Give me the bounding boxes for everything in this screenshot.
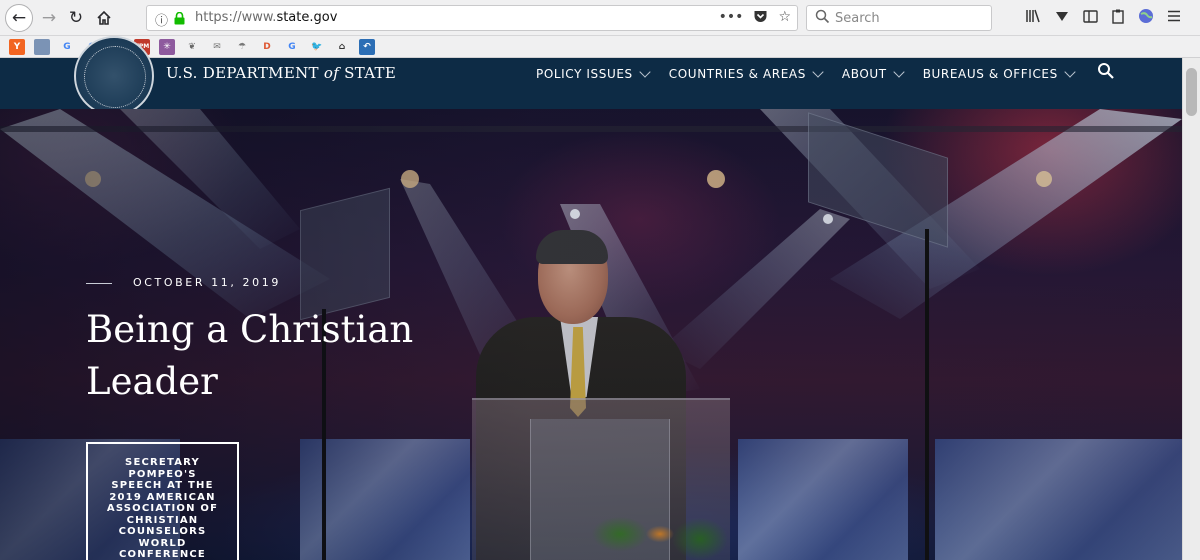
state-department-seal[interactable] [74,36,154,116]
dept-prefix: U.S. DEPARTMENT [166,64,324,82]
chevron-down-icon [893,65,905,78]
nav-bureaus-offices[interactable]: BUREAUS & OFFICES [922,65,1076,81]
home-icon [97,10,111,25]
url-prefix: https://www. [195,10,277,25]
bookmark-icon-2[interactable] [34,38,50,55]
url-bar[interactable]: ⓘ https://www.state.gov ••• ☆ [146,5,798,31]
search-icon [815,9,830,24]
sidebar-icon[interactable] [1082,8,1098,24]
slack-icon[interactable]: ✳ [159,38,175,55]
library-icon[interactable] [1026,8,1042,24]
scrollbar-thumb[interactable] [1186,68,1197,116]
search-icon[interactable] [1097,62,1115,80]
nav-policy-issues[interactable]: POLICY ISSUES [536,65,651,81]
bookmarks-bar: YGGgTPM✳❦✉☂DG🐦⌂↶ [0,36,1200,58]
page-actions-icon[interactable]: ••• [719,9,744,25]
url-actions: ••• ☆ [719,9,791,25]
twitter-icon[interactable]: 🐦 [309,39,325,55]
nav-about[interactable]: ABOUT [841,65,905,81]
chevron-down-icon [812,65,824,78]
nav-label: COUNTRIES & AREAS [668,67,806,81]
y-combinator-icon[interactable]: Y [9,38,25,55]
reload-icon: ↻ [68,8,84,28]
arrow-right-icon: → [41,8,57,28]
google-icon-3[interactable]: G [284,39,300,55]
menu-icon[interactable] [1166,8,1182,24]
star-icon[interactable]: ☆ [778,9,791,25]
search-placeholder: Search [835,11,880,26]
dept-of: of [323,64,340,82]
hat-icon[interactable]: ⌂ [334,39,350,55]
chevron-down-icon [1064,65,1076,78]
url-text[interactable]: https://www.state.gov [195,10,337,25]
clipboard-icon[interactable] [1110,8,1126,24]
nav-label: ABOUT [841,67,887,81]
search-bar[interactable]: Search [806,5,992,31]
download-icon[interactable] [1054,8,1070,24]
hero-title[interactable]: Being a Christian Leader [86,304,446,408]
page-scrollbar[interactable] [1182,58,1200,560]
hero-date: OCTOBER 11, 2019 [133,276,281,289]
back-button[interactable]: ← [5,4,33,32]
duckduckgo-icon[interactable]: D [259,39,275,55]
pocket-icon[interactable] [753,9,768,24]
url-domain: state.gov [276,10,338,25]
site-header: U.S. DEPARTMENT of STATE POLICY ISSUES C… [0,36,1182,116]
forward-button[interactable]: → [37,6,61,30]
reload-button[interactable]: ↻ [64,6,88,30]
date-rule [86,283,112,284]
bookmark-icon-10[interactable]: ☂ [234,39,250,55]
chevron-down-icon [639,65,651,78]
hero-banner: OCTOBER 11, 2019 Being a Christian Leade… [0,109,1182,560]
bookmark-icon-8[interactable]: ❦ [184,39,200,55]
home-button[interactable] [92,6,116,30]
toolbar-icons [1026,8,1182,24]
nav-label: POLICY ISSUES [536,67,633,81]
nav-label: BUREAUS & OFFICES [922,67,1058,81]
google-icon[interactable]: G [59,39,75,55]
extension-globe-icon[interactable] [1138,8,1154,24]
bookmark-icon-15[interactable]: ↶ [359,38,375,55]
dept-suffix: STATE [339,64,397,82]
hero-card-text: SECRETARY POMPEO'S SPEECH AT THE 2019 AM… [106,457,219,560]
hero-story-link[interactable]: SECRETARY POMPEO'S SPEECH AT THE 2019 AM… [86,442,239,560]
department-name[interactable]: U.S. DEPARTMENT of STATE [166,64,396,82]
nav-countries-areas[interactable]: COUNTRIES & AREAS [668,65,824,81]
mail-icon[interactable]: ✉ [209,39,225,55]
main-nav: POLICY ISSUES COUNTRIES & AREAS ABOUT BU… [536,65,1076,81]
browser-toolbar: ← → ↻ ⓘ https://www.state.gov ••• ☆ Sear… [0,0,1200,36]
lock-icon [174,12,185,25]
info-icon[interactable]: ⓘ [155,10,168,29]
arrow-left-icon: ← [11,8,27,28]
